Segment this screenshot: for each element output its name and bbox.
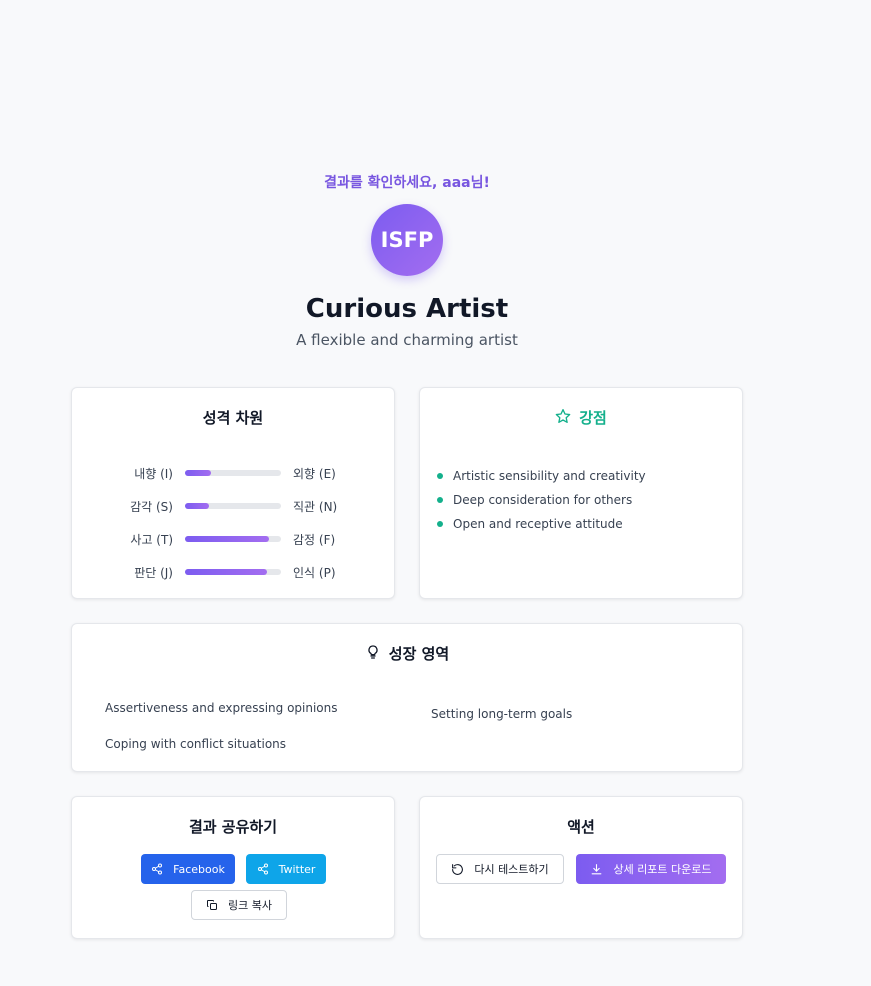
share-title: 결과 공유하기 xyxy=(72,816,394,837)
dimension-bar-fill xyxy=(185,503,209,509)
results-page: 결과를 확인하세요, aaa님! ISFP Curious Artist A f… xyxy=(0,0,871,986)
dimensions-title-text: 성격 차원 xyxy=(202,409,264,427)
dimension-bar-fill xyxy=(185,569,267,575)
facebook-label: Facebook xyxy=(173,862,225,876)
strengths-title-text: 강점 xyxy=(579,409,607,427)
refresh-icon xyxy=(451,863,464,876)
dimension-left-label: 감각 (S) xyxy=(130,500,173,514)
growth-item: Setting long-term goals xyxy=(431,707,573,721)
download-icon xyxy=(590,863,603,876)
share-card: 결과 공유하기 Facebook Twitter 링크 복사 xyxy=(71,796,395,939)
dimensions-card: 성격 차원 내향 (I) 외향 (E) 감각 (S) 직관 (N) 사고 (T)… xyxy=(71,387,395,599)
actions-card: 액션 다시 테스트하기 상세 리포트 다운로드 xyxy=(419,796,743,939)
strength-text: Open and receptive attitude xyxy=(453,517,623,531)
download-report-button[interactable]: 상세 리포트 다운로드 xyxy=(576,854,726,884)
type-avatar: ISFP xyxy=(371,204,443,276)
strength-text: Artistic sensibility and creativity xyxy=(453,469,646,483)
dimension-row: 판단 (J) 인식 (P) xyxy=(72,564,394,580)
type-code: ISFP xyxy=(380,228,434,252)
list-item: Open and receptive attitude xyxy=(437,512,646,536)
twitter-label: Twitter xyxy=(278,862,316,876)
growth-item: Assertiveness and expressing opinions xyxy=(105,701,338,715)
strengths-card: 강점 Artistic sensibility and creativity D… xyxy=(419,387,743,599)
dimension-bar xyxy=(185,569,281,575)
dimension-right-label: 감정 (F) xyxy=(293,533,336,547)
bullet-dot xyxy=(437,473,443,479)
page-title: Curious Artist xyxy=(305,294,509,324)
growth-title-text: 성장 영역 xyxy=(388,645,450,663)
download-label: 상세 리포트 다운로드 xyxy=(613,863,712,876)
dimension-bar-fill xyxy=(185,470,211,476)
star-icon xyxy=(555,408,571,428)
copy-link-button[interactable]: 링크 복사 xyxy=(191,890,287,920)
copy-label: 링크 복사 xyxy=(228,899,272,912)
copy-icon xyxy=(206,899,218,911)
strengths-list: Artistic sensibility and creativity Deep… xyxy=(437,464,646,536)
dimension-row: 감각 (S) 직관 (N) xyxy=(72,498,394,514)
growth-title: 성장 영역 xyxy=(72,643,742,664)
strengths-title: 강점 xyxy=(420,407,742,428)
dimension-right-label: 외향 (E) xyxy=(293,467,336,481)
facebook-share-button[interactable]: Facebook xyxy=(141,854,235,884)
share-title-text: 결과 공유하기 xyxy=(188,818,278,836)
bullet-dot xyxy=(437,521,443,527)
growth-item: Coping with conflict situations xyxy=(105,737,287,751)
dimension-row: 내향 (I) 외향 (E) xyxy=(72,465,394,481)
dimension-right-label: 인식 (P) xyxy=(293,566,336,580)
twitter-share-button[interactable]: Twitter xyxy=(246,854,326,884)
retake-label: 다시 테스트하기 xyxy=(474,863,549,876)
dimension-bar xyxy=(185,470,281,476)
dimension-left-label: 판단 (J) xyxy=(134,566,173,580)
lightbulb-icon xyxy=(365,644,381,664)
dimension-row: 사고 (T) 감정 (F) xyxy=(72,531,394,547)
share-icon xyxy=(151,863,163,875)
dimension-bar xyxy=(185,536,281,542)
growth-card: 성장 영역 Assertiveness and expressing opini… xyxy=(71,623,743,772)
list-item: Deep consideration for others xyxy=(437,488,646,512)
dimension-bar-fill xyxy=(185,536,269,542)
dimension-left-label: 내향 (I) xyxy=(134,467,173,481)
greeting-text: 결과를 확인하세요, aaa님! xyxy=(324,175,490,191)
retake-test-button[interactable]: 다시 테스트하기 xyxy=(436,854,564,884)
dimension-right-label: 직관 (N) xyxy=(293,500,338,514)
type-tagline: A flexible and charming artist xyxy=(296,331,518,349)
bullet-dot xyxy=(437,497,443,503)
actions-title: 액션 xyxy=(420,816,742,837)
dimensions-title: 성격 차원 xyxy=(72,407,394,428)
share-icon xyxy=(257,863,269,875)
actions-title-text: 액션 xyxy=(567,818,595,836)
list-item: Artistic sensibility and creativity xyxy=(437,464,646,488)
dimension-bar xyxy=(185,503,281,509)
strength-text: Deep consideration for others xyxy=(453,493,633,507)
dimension-left-label: 사고 (T) xyxy=(130,533,173,547)
